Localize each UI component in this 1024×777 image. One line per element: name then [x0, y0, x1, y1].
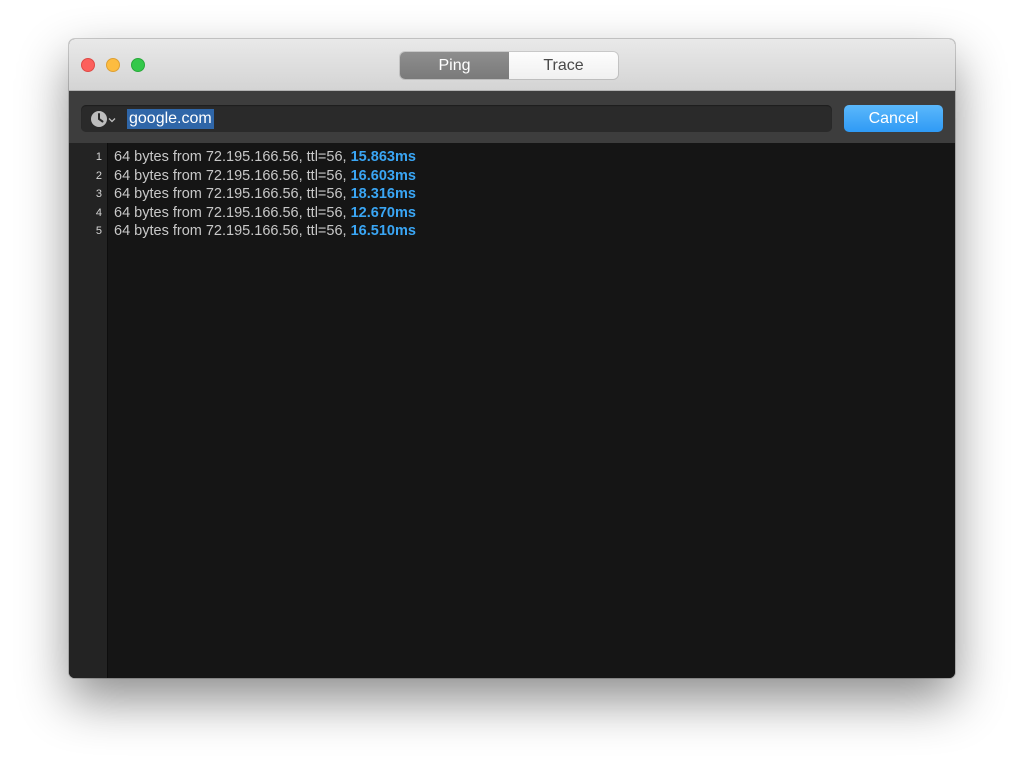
output-line: 3 64 bytes from 72.195.166.56, ttl=56, 18… — [69, 185, 955, 204]
zoom-window-button[interactable] — [131, 58, 145, 72]
toolbar: google.com Cancel — [69, 91, 955, 143]
cancel-button[interactable]: Cancel — [844, 105, 943, 132]
output-line: 1 64 bytes from 72.195.166.56, ttl=56, 15… — [69, 148, 955, 167]
mode-segmented-control: Ping Trace — [400, 52, 618, 79]
close-window-button[interactable] — [81, 58, 95, 72]
latency-value: 16.603ms — [350, 167, 416, 184]
latency-value: 12.670ms — [350, 204, 416, 221]
latency-value: 16.510ms — [350, 223, 416, 240]
clock-icon[interactable] — [90, 110, 108, 128]
chevron-down-icon[interactable] — [108, 116, 116, 124]
app-window: Ping Trace google.com Cancel 1 64 bytes f… — [69, 39, 955, 678]
ping-reply-text: 64 bytes from 72.195.166.56, ttl=56, 12.… — [114, 204, 416, 223]
line-number: 4 — [95, 206, 102, 219]
host-input[interactable]: google.com — [81, 105, 832, 132]
reply-summary: 64 bytes from 72.195.166.56, ttl=56, — [114, 149, 347, 165]
output-line: 2 64 bytes from 72.195.166.56, ttl=56, 16… — [69, 167, 955, 186]
line-number: 1 — [95, 151, 102, 163]
output-console: 1 64 bytes from 72.195.166.56, ttl=56, 15… — [69, 143, 955, 678]
output-line: 4 64 bytes from 72.195.166.56, ttl=56, 12… — [69, 204, 955, 223]
reply-summary: 64 bytes from 72.195.166.56, ttl=56, — [114, 186, 347, 203]
latency-value: 15.863ms — [350, 149, 416, 165]
ping-reply-text: 64 bytes from 72.195.166.56, ttl=56, 16.… — [114, 167, 416, 186]
host-input-value[interactable]: google.com — [127, 109, 214, 129]
output-lines: 1 64 bytes from 72.195.166.56, ttl=56, 15… — [69, 148, 955, 241]
line-number: 5 — [95, 225, 102, 238]
reply-summary: 64 bytes from 72.195.166.56, ttl=56, — [114, 204, 347, 221]
ping-reply-text: 64 bytes from 72.195.166.56, ttl=56, 15.… — [114, 148, 416, 167]
latency-value: 18.316ms — [350, 186, 416, 203]
line-number: 3 — [95, 188, 102, 201]
reply-summary: 64 bytes from 72.195.166.56, ttl=56, — [114, 167, 347, 184]
tab-trace[interactable]: Trace — [509, 52, 618, 79]
ping-reply-text: 64 bytes from 72.195.166.56, ttl=56, 16.… — [114, 222, 416, 241]
minimize-window-button[interactable] — [106, 58, 120, 72]
title-bar: Ping Trace — [69, 39, 955, 91]
ping-reply-text: 64 bytes from 72.195.166.56, ttl=56, 18.… — [114, 185, 416, 204]
output-line: 5 64 bytes from 72.195.166.56, ttl=56, 16… — [69, 222, 955, 241]
reply-summary: 64 bytes from 72.195.166.56, ttl=56, — [114, 223, 347, 240]
tab-ping[interactable]: Ping — [400, 52, 509, 79]
line-number: 2 — [95, 169, 102, 182]
